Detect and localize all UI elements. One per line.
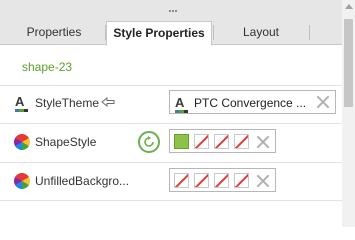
unfilled-background-label: UnfilledBackgro... — [35, 174, 130, 188]
style-theme-icon: A — [15, 94, 29, 112]
row-divider — [0, 85, 342, 86]
no-style-swatch[interactable] — [174, 173, 189, 188]
no-style-swatch[interactable] — [194, 173, 209, 188]
no-style-swatch[interactable] — [194, 134, 209, 149]
fill-color-swatch[interactable] — [174, 134, 189, 149]
vertical-scrollbar[interactable] — [342, 0, 355, 227]
row-divider — [0, 162, 342, 163]
reset-style-button[interactable] — [138, 131, 160, 153]
shape-style-label: ShapeStyle — [35, 135, 97, 149]
close-icon[interactable] — [316, 95, 330, 109]
row-divider — [0, 123, 342, 124]
color-palette-icon — [14, 134, 30, 150]
tab-bar: Properties Style Properties Layout — [0, 19, 342, 46]
unfilled-background-swatches[interactable] — [169, 168, 276, 192]
no-style-swatch[interactable] — [214, 173, 229, 188]
tab-style-properties[interactable]: Style Properties — [106, 21, 212, 46]
color-palette-icon — [14, 173, 30, 189]
scrollbar-thumb[interactable] — [344, 19, 353, 107]
close-icon[interactable] — [256, 135, 270, 149]
row-divider — [0, 200, 342, 201]
selected-widget-name: shape-23 — [22, 60, 73, 74]
style-theme-value: PTC Convergence ... — [194, 96, 307, 110]
shape-style-swatches[interactable] — [169, 129, 276, 153]
tab-separator — [309, 25, 310, 40]
tab-layout[interactable]: Layout — [214, 21, 308, 45]
no-style-swatch[interactable] — [234, 173, 249, 188]
no-style-swatch[interactable] — [214, 134, 229, 149]
tab-properties[interactable]: Properties — [4, 21, 104, 45]
panel-drag-handle-bar[interactable] — [0, 0, 342, 19]
style-theme-field[interactable]: A PTC Convergence ... — [169, 90, 336, 114]
scroll-up-icon[interactable] — [345, 4, 353, 9]
back-arrow-icon[interactable] — [101, 97, 115, 107]
no-style-swatch[interactable] — [234, 134, 249, 149]
grip-dots-icon[interactable] — [169, 10, 181, 13]
reset-icon — [144, 136, 154, 147]
style-theme-label: StyleTheme — [35, 96, 100, 110]
style-theme-icon: A — [175, 95, 189, 113]
close-icon[interactable] — [256, 174, 270, 188]
